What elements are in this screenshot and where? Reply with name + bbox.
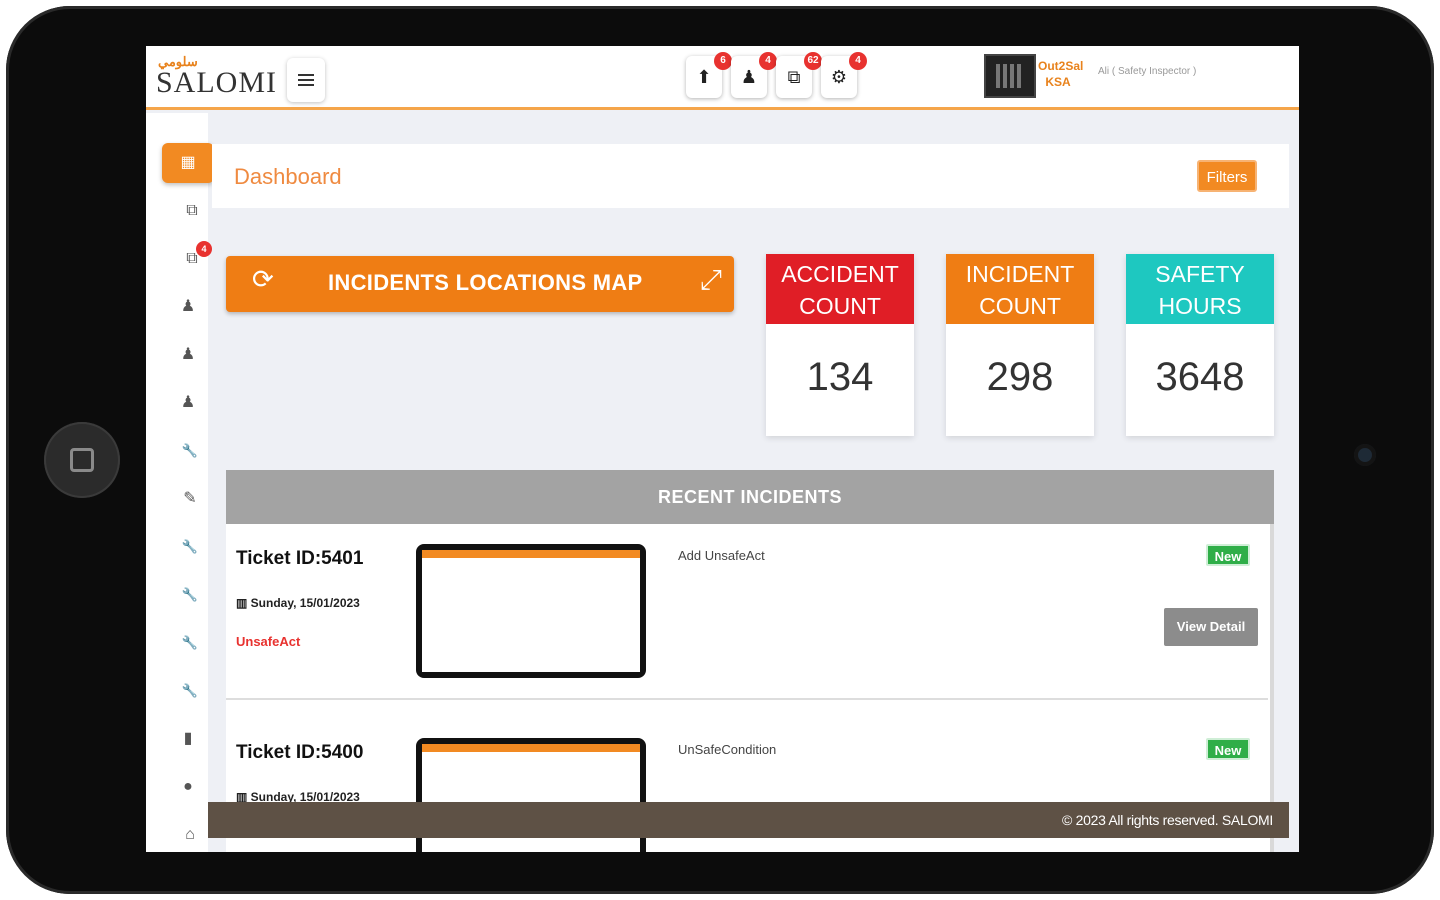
recent-incidents-panel: RECENT INCIDENTS Ticket ID:5401 ▥ Sunday… [226,470,1274,852]
sidebar: ▦ ⧉ ⧉ 4 ♟ ♟ ♟ 🔧 ✎ 🔧 🔧 🔧 🔧 ▮ ● ⌂ [146,113,214,852]
ticket-id: Ticket ID:5400 [236,742,364,763]
camera-icon [1354,444,1376,466]
page-title-bar: Dashboard Filters [212,144,1289,208]
sidebar-item-person-1[interactable]: ♟ [162,287,214,327]
wrench-icon: 🔧 [181,587,199,602]
upload-badge: 6 [714,52,732,70]
pencil-icon: ✎ [183,490,197,507]
incident-count-header: INCIDENT COUNT [946,254,1094,324]
sidebar-item-alerts[interactable]: ⧉ 4 [166,239,218,279]
bank-icon: ⌂ [185,826,195,843]
home-button[interactable] [44,422,120,498]
footer: © 2023 All rights reserved. SALOMI [208,802,1289,838]
sidebar-item-tool-3[interactable]: 🔧 [164,575,216,615]
accident-line2: COUNT [799,293,881,319]
incidents-map-button[interactable]: ⟳ INCIDENTS LOCATIONS MAP ⤢ [226,256,734,312]
status-badge: New [1206,738,1250,760]
user-name[interactable]: Out2Sal KSA [1038,58,1083,90]
incident-description: UnSafeCondition [678,742,777,757]
accident-count-value: 134 [806,355,874,399]
page-title: Dashboard [234,164,342,189]
alerts-badge: 4 [196,241,212,257]
accident-count-card: ACCIDENT COUNT 134 [766,254,914,436]
document-icon: ▮ [183,730,193,747]
copy-icon[interactable]: ⧉ 62 [776,52,822,98]
copy-glyph: ⧉ [787,67,801,87]
salomi-logo[interactable]: سلومي SALOMI [156,52,276,104]
upload-glyph: ⬆ [696,67,712,87]
sidebar-item-edit[interactable]: ✎ [164,479,216,519]
menu-icon [298,79,314,81]
person-icon: ♟ [180,394,196,411]
safety-hours-header: SAFETY HOURS [1126,254,1274,324]
user-role: Ali ( Safety Inspector ) [1098,66,1197,77]
expand-icon[interactable]: ⤢ [700,264,722,297]
safety-line2: HOURS [1158,293,1242,319]
incident-line1: INCIDENT [965,261,1075,287]
incident-row[interactable]: Ticket ID:5401 ▥ Sunday, 15/01/2023 Unsa… [226,524,1268,700]
incident-thumbnail[interactable] [416,544,646,678]
person-icon[interactable]: ♟ 4 [731,52,777,98]
wrench-icon: 🔧 [181,635,199,650]
app-screen: سلومي SALOMI ⬆ 6 ♟ 4 ⧉ 62 ⚙ 4 Out2Sal KS… [146,46,1299,852]
refresh-icon[interactable]: ⟳ [252,264,274,295]
ticket-id: Ticket ID:5401 [236,548,364,569]
safety-line1: SAFETY [1155,261,1245,287]
safety-hours-card: SAFETY HOURS 3648 [1126,254,1274,436]
user-avatar[interactable] [984,54,1036,98]
sidebar-item-tool-1[interactable]: 🔧 [164,431,216,471]
wrench-icon: 🔧 [181,683,199,698]
incident-count-card: INCIDENT COUNT 298 [946,254,1094,436]
sidebar-item-dashboard[interactable]: ▦ [162,143,214,183]
map-button-label: INCIDENTS LOCATIONS MAP [328,270,643,295]
table-icon: ▦ [180,154,196,171]
upload-icon[interactable]: ⬆ 6 [686,52,732,98]
wrench-icon: 🔧 [181,539,199,554]
recent-incidents-title: RECENT INCIDENTS [226,470,1274,524]
top-header: سلومي SALOMI ⬆ 6 ♟ 4 ⧉ 62 ⚙ 4 Out2Sal KS… [146,46,1299,110]
sidebar-item-person-3[interactable]: ♟ [162,383,214,423]
person-icon: ♟ [180,346,196,363]
incident-date: ▥ Sunday, 15/01/2023 [236,596,360,610]
filters-button[interactable]: Filters [1197,160,1257,192]
incident-type: UnsafeAct [236,634,301,649]
incident-description: Add UnsafeAct [678,548,765,563]
person-badge: 4 [759,52,777,70]
sidebar-item-tool-4[interactable]: 🔧 [164,623,216,663]
sidebar-item-document[interactable]: ▮ [162,719,214,759]
sidebar-item-circle[interactable]: ● [162,767,214,807]
wrench-icon: 🔧 [181,443,199,458]
gear-icon[interactable]: ⚙ 4 [821,52,867,98]
accident-count-header: ACCIDENT COUNT [766,254,914,324]
safety-hours-value: 3648 [1155,355,1245,399]
logo-text: SALOMI [156,66,278,99]
sidebar-item-copy[interactable]: ⧉ [166,191,218,231]
copy-icon: ⧉ [186,202,198,219]
accident-line1: ACCIDENT [781,261,899,287]
gear-glyph: ⚙ [830,67,848,87]
hamburger-menu-button[interactable] [287,58,325,102]
incident-line2: COUNT [979,293,1061,319]
sidebar-item-person-2[interactable]: ♟ [162,335,214,375]
person-icon: ♟ [180,298,196,315]
sidebar-item-tool-5[interactable]: 🔧 [164,671,216,711]
sidebar-item-tool-2[interactable]: 🔧 [164,527,216,567]
incident-count-value: 298 [986,355,1054,399]
copy-badge: 62 [804,52,822,70]
gear-badge: 4 [849,52,867,70]
status-badge: New [1206,544,1250,566]
view-detail-button[interactable]: View Detail [1164,608,1258,646]
person-glyph: ♟ [740,67,758,87]
circle-icon: ● [183,778,193,795]
